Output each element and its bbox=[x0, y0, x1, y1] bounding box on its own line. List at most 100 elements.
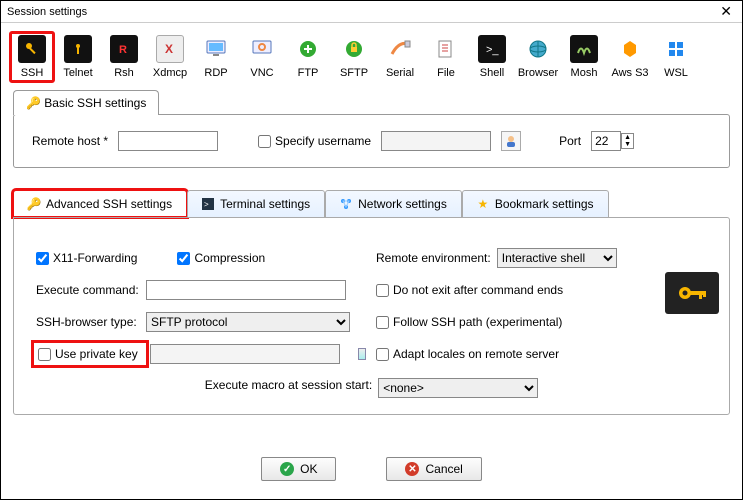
session-type-label: SSH bbox=[12, 67, 52, 79]
ssh-icon bbox=[18, 35, 46, 63]
shell-icon: >_ bbox=[478, 35, 506, 63]
tab-network-label: Network settings bbox=[358, 197, 447, 211]
titlebar: Session settings ✕ bbox=[1, 1, 742, 23]
session-type-ssh[interactable]: SSH bbox=[9, 31, 55, 83]
session-type-label: FTP bbox=[285, 67, 331, 79]
session-type-label: Browser bbox=[515, 67, 561, 79]
remote-env-select[interactable]: Interactive shell bbox=[497, 248, 617, 268]
remote-host-input[interactable] bbox=[118, 131, 218, 151]
x11-box[interactable] bbox=[36, 252, 49, 265]
browse-key-icon[interactable] bbox=[358, 348, 366, 360]
follow-path-checkbox[interactable]: Follow SSH path (experimental) bbox=[376, 315, 676, 329]
adapt-locales-label: Adapt locales on remote server bbox=[393, 347, 559, 361]
session-type-label: Serial bbox=[377, 67, 423, 79]
session-type-rsh[interactable]: R Rsh bbox=[101, 31, 147, 83]
session-type-telnet[interactable]: Telnet bbox=[55, 31, 101, 83]
port-label: Port bbox=[559, 134, 581, 148]
wsl-icon bbox=[662, 35, 690, 63]
specify-username-checkbox[interactable]: Specify username bbox=[258, 134, 371, 148]
rsh-icon: R bbox=[110, 35, 138, 63]
ok-icon: ✓ bbox=[280, 462, 294, 476]
x11-forwarding-checkbox[interactable]: X11-Forwarding bbox=[36, 251, 137, 265]
no-exit-box[interactable] bbox=[376, 284, 389, 297]
remote-env-label: Remote environment: bbox=[376, 251, 491, 265]
star-icon: ★ bbox=[477, 198, 489, 210]
session-type-aws-s3[interactable]: Aws S3 bbox=[607, 31, 653, 83]
sub-tabs: 🔑 Advanced SSH settings > Terminal setti… bbox=[13, 190, 730, 217]
browser-type-label: SSH-browser type: bbox=[36, 315, 140, 329]
compression-checkbox[interactable]: Compression bbox=[177, 251, 265, 265]
ftp-icon bbox=[294, 35, 322, 63]
tab-advanced-ssh[interactable]: 🔑 Advanced SSH settings bbox=[13, 190, 187, 217]
session-type-label: SFTP bbox=[331, 67, 377, 79]
private-key-path-input bbox=[150, 344, 340, 364]
use-pk-box[interactable] bbox=[38, 348, 51, 361]
user-picker-icon[interactable] bbox=[501, 131, 521, 151]
session-type-sftp[interactable]: SFTP bbox=[331, 31, 377, 83]
aws-s3-icon bbox=[616, 35, 644, 63]
session-type-wsl[interactable]: WSL bbox=[653, 31, 699, 83]
session-type-label: Xdmcp bbox=[147, 67, 193, 79]
browser-icon bbox=[524, 35, 552, 63]
session-type-xdmcp[interactable]: X Xdmcp bbox=[147, 31, 193, 83]
exec-cmd-input[interactable] bbox=[146, 280, 346, 300]
session-type-shell[interactable]: >_ Shell bbox=[469, 31, 515, 83]
cancel-button[interactable]: ✕ Cancel bbox=[386, 457, 481, 481]
follow-path-box[interactable] bbox=[376, 316, 389, 329]
ok-button[interactable]: ✓ OK bbox=[261, 457, 336, 481]
sftp-icon bbox=[340, 35, 368, 63]
tab-network-settings[interactable]: Network settings bbox=[325, 190, 462, 217]
tab-advanced-label: Advanced SSH settings bbox=[46, 197, 172, 211]
svg-text:>: > bbox=[204, 200, 209, 209]
dialog-footer: ✓ OK ✕ Cancel bbox=[1, 443, 742, 499]
remote-host-label: Remote host * bbox=[32, 134, 108, 148]
ok-label: OK bbox=[300, 462, 317, 476]
browser-type-select[interactable]: SFTP protocol bbox=[146, 312, 350, 332]
session-type-toolbar: SSH Telnet R Rsh X Xdmcp RDP VNC FTP SFT… bbox=[1, 23, 742, 85]
basic-ssh-panel: Remote host * Specify username Port ▲▼ bbox=[13, 114, 730, 168]
session-type-label: Mosh bbox=[561, 67, 607, 79]
mosh-icon bbox=[570, 35, 598, 63]
close-icon[interactable]: ✕ bbox=[716, 3, 736, 20]
session-type-browser[interactable]: Browser bbox=[515, 31, 561, 83]
key-icon: 🔑 bbox=[28, 198, 40, 210]
port-spinner[interactable]: ▲▼ bbox=[621, 133, 634, 149]
svg-text:X: X bbox=[165, 42, 173, 56]
rdp-icon bbox=[202, 35, 230, 63]
tab-basic-ssh[interactable]: 🔑 Basic SSH settings bbox=[13, 90, 159, 115]
use-private-key-checkbox[interactable]: Use private key bbox=[38, 347, 138, 361]
xdmcp-icon: X bbox=[156, 35, 184, 63]
adapt-locales-box[interactable] bbox=[376, 348, 389, 361]
session-type-vnc[interactable]: VNC bbox=[239, 31, 285, 83]
session-type-label: Shell bbox=[469, 67, 515, 79]
tab-bookmark-settings[interactable]: ★ Bookmark settings bbox=[462, 190, 609, 217]
serial-icon bbox=[386, 35, 414, 63]
session-type-file[interactable]: File bbox=[423, 31, 469, 83]
svg-text:R: R bbox=[119, 44, 127, 56]
compression-label: Compression bbox=[194, 251, 265, 265]
key-icon: 🔑 bbox=[26, 96, 41, 110]
cancel-icon: ✕ bbox=[405, 462, 419, 476]
file-icon bbox=[432, 35, 460, 63]
terminal-icon: > bbox=[202, 198, 214, 210]
advanced-ssh-panel: X11-Forwarding Compression Remote enviro… bbox=[13, 217, 730, 415]
port-input[interactable] bbox=[591, 131, 621, 151]
adapt-locales-checkbox[interactable]: Adapt locales on remote server bbox=[376, 347, 676, 361]
network-icon bbox=[340, 198, 352, 210]
session-type-mosh[interactable]: Mosh bbox=[561, 31, 607, 83]
exec-cmd-label: Execute command: bbox=[36, 283, 140, 297]
session-type-label: VNC bbox=[239, 67, 285, 79]
session-type-rdp[interactable]: RDP bbox=[193, 31, 239, 83]
specify-username-label: Specify username bbox=[275, 134, 371, 148]
session-type-serial[interactable]: Serial bbox=[377, 31, 423, 83]
session-type-ftp[interactable]: FTP bbox=[285, 31, 331, 83]
key-badge-icon bbox=[665, 272, 719, 314]
exec-macro-select[interactable]: <none> bbox=[378, 378, 538, 398]
tab-basic-label: Basic SSH settings bbox=[44, 96, 146, 110]
no-exit-checkbox[interactable]: Do not exit after command ends bbox=[376, 283, 676, 297]
tab-terminal-settings[interactable]: > Terminal settings bbox=[187, 190, 325, 217]
vnc-icon bbox=[248, 35, 276, 63]
username-input bbox=[381, 131, 491, 151]
specify-username-box[interactable] bbox=[258, 135, 271, 148]
compression-box[interactable] bbox=[177, 252, 190, 265]
